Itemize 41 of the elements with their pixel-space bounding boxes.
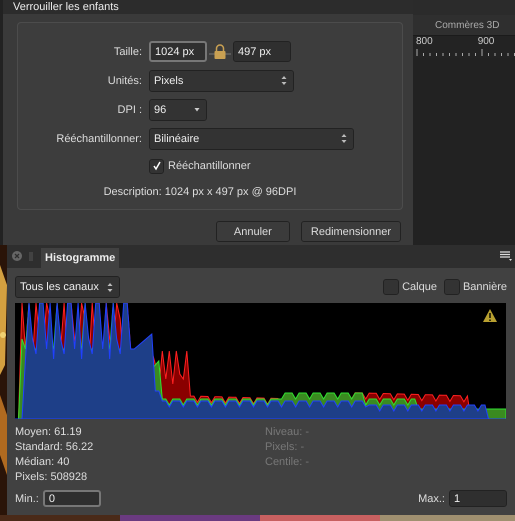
stepper-arrows-icon [281, 75, 287, 86]
height-field[interactable]: 497 px [233, 41, 291, 62]
grip-icon [29, 252, 33, 261]
field-label: Rééchantillonner: [55, 132, 143, 144]
stat-text: Standard: 56.22 [15, 440, 94, 455]
checkbox[interactable] [149, 158, 164, 174]
dpi-dropdown[interactable]: 96 [149, 98, 207, 120]
stepper-arrows-icon [107, 282, 113, 292]
max-field[interactable]: 1 [449, 490, 507, 507]
field-label: DPI : [116, 104, 143, 116]
units-dropdown[interactable]: Pixels [149, 70, 294, 92]
channel-dropdown[interactable]: Tous les canaux [15, 276, 120, 298]
width-field[interactable]: 1024 px [149, 41, 207, 62]
checkbox-label: Calque [402, 281, 437, 293]
menu-icon [500, 251, 512, 261]
ruler-number: 800 [416, 36, 433, 48]
checkbox[interactable] [383, 279, 400, 295]
panel-tab[interactable]: Commères 3D [413, 15, 515, 36]
checkbox[interactable] [444, 279, 460, 295]
checkmark-icon [152, 161, 162, 171]
close-icon [12, 251, 22, 261]
stat-text: Pixels: 508928 [15, 470, 88, 485]
stepper-arrows-icon [341, 133, 347, 144]
resample-dropdown[interactable]: Bilinéaire [149, 128, 354, 150]
stat-text: Médian: 40 [15, 455, 70, 470]
lock-icon [209, 44, 231, 60]
field-label: Min.: [15, 492, 39, 504]
checkbox-label: Rééchantillonner [168, 160, 251, 172]
checkbox-label: Bannière [462, 281, 507, 293]
field-label: Max.: [418, 492, 445, 504]
field-label: Unités: [106, 74, 143, 86]
field-label: Taille: [112, 46, 143, 58]
warning-icon [483, 309, 497, 322]
description-text: Description: 1024 px x 497 px @ 96DPI [102, 185, 298, 200]
cancel-button[interactable]: Annuler [216, 221, 290, 242]
ruler-number: 900 [478, 36, 494, 48]
resize-button[interactable]: Redimensionner [300, 221, 401, 242]
stat-text: Moyen: 61.19 [15, 425, 83, 440]
window-title: Verrouiller les enfants [13, 0, 119, 14]
min-field[interactable]: 0 [42, 490, 101, 507]
panel-tab[interactable]: Histogramme [41, 248, 120, 268]
